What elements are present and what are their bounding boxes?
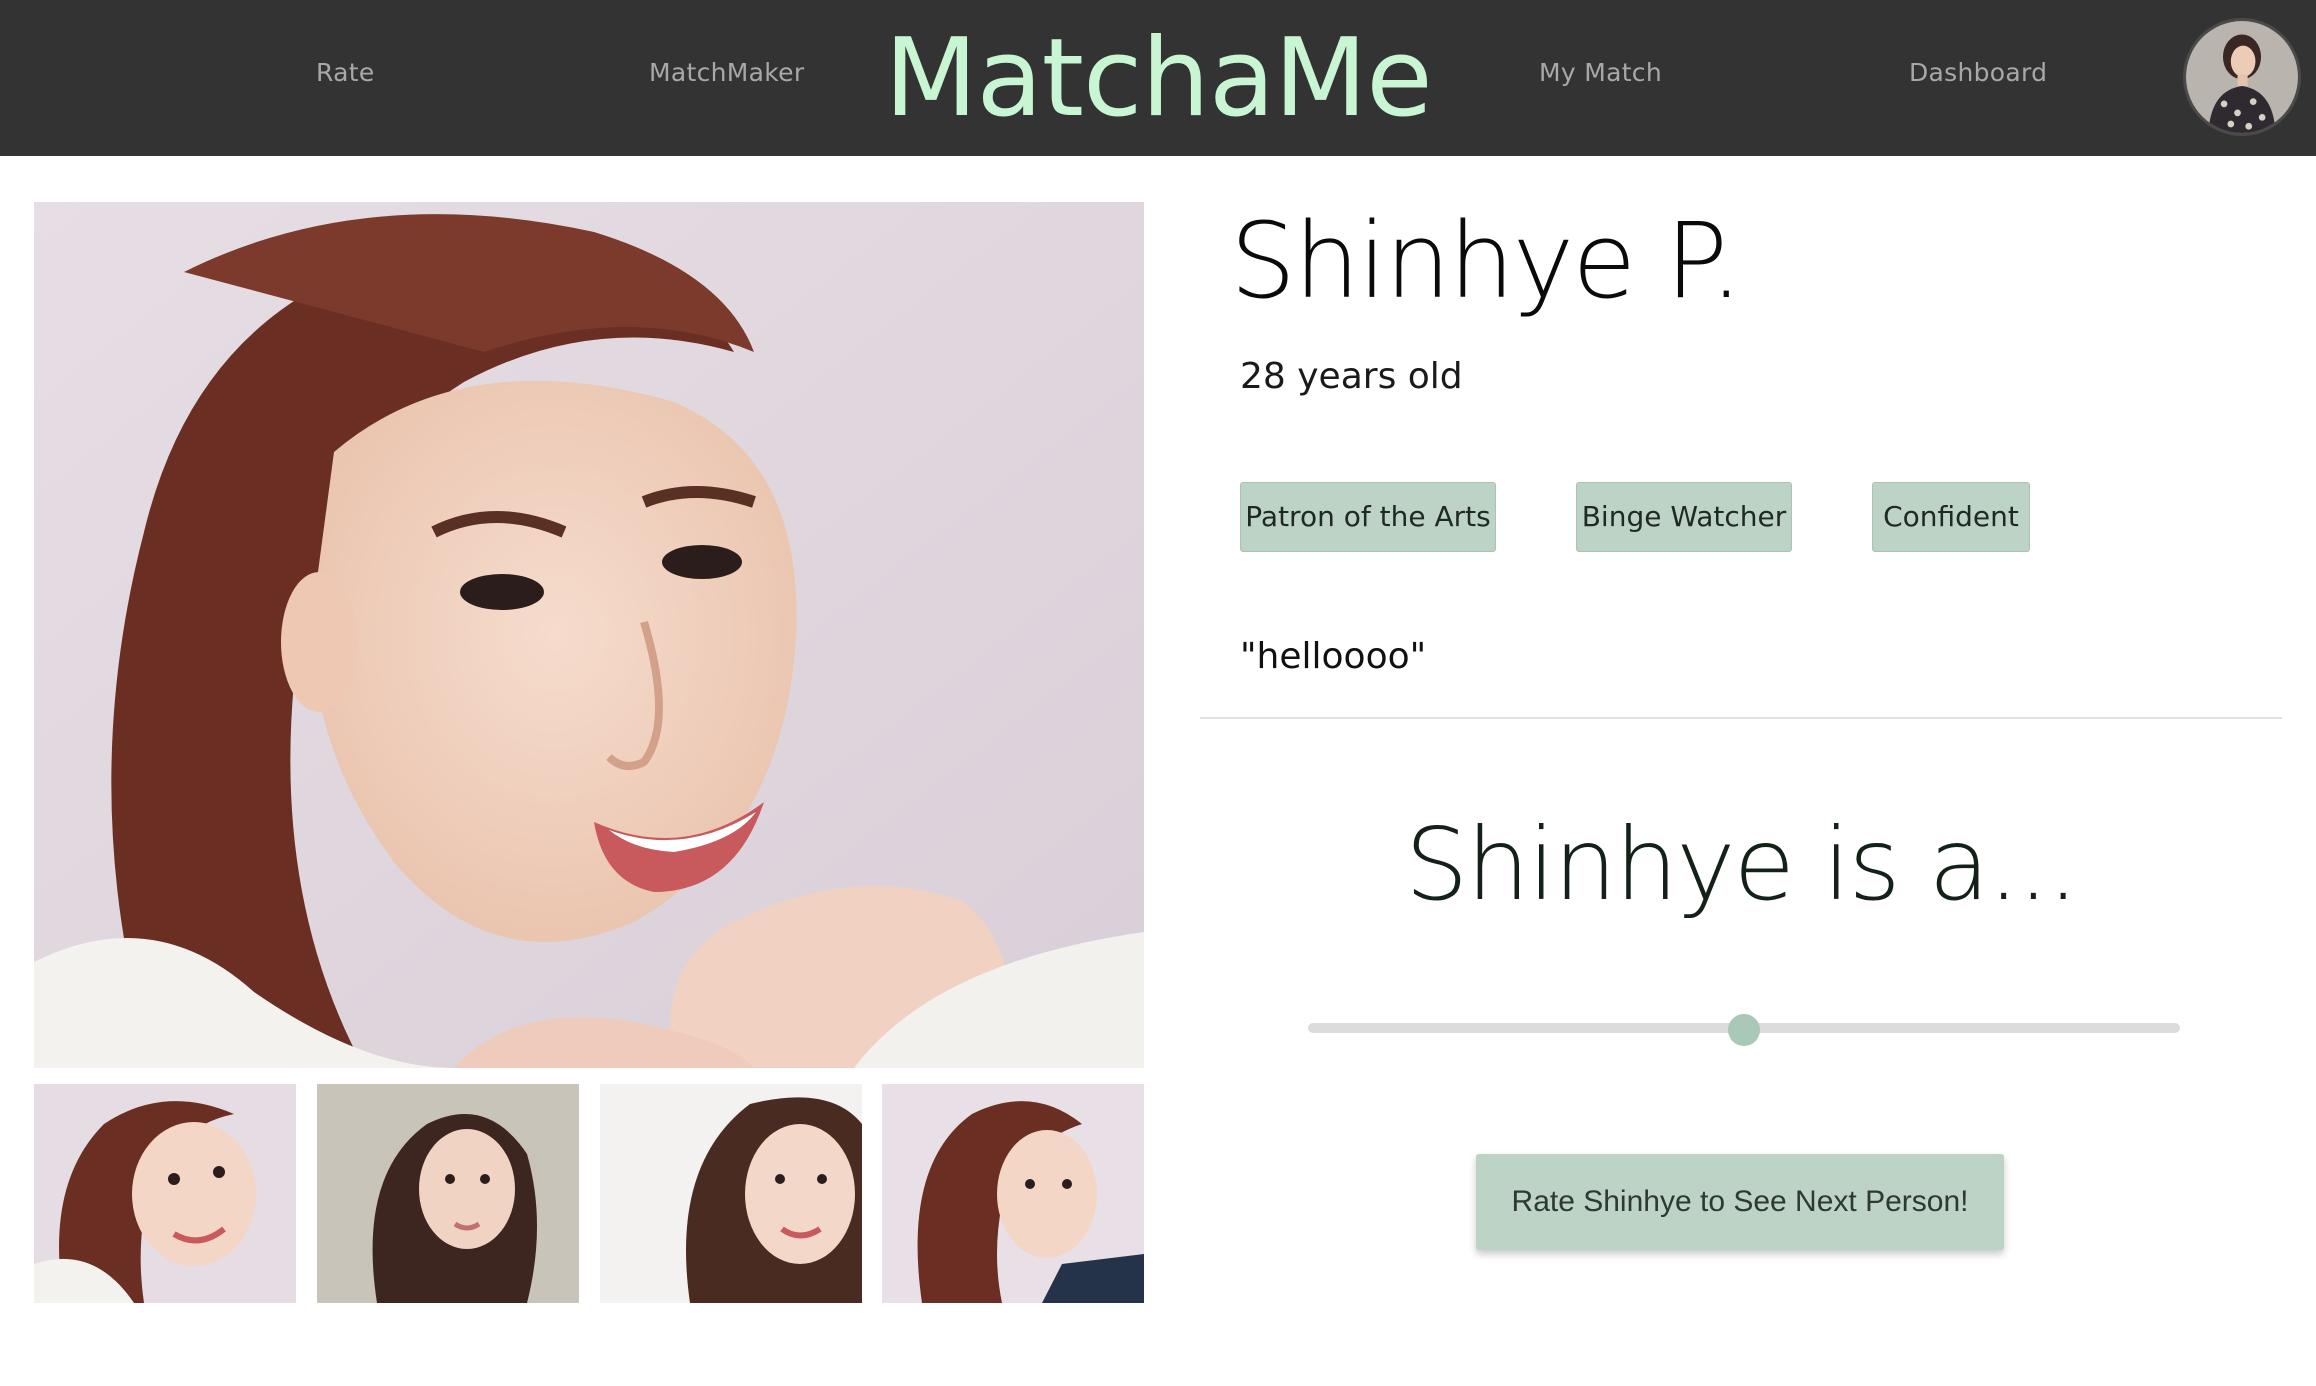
nav-dashboard-link[interactable]: Dashboard: [1909, 58, 2047, 87]
brand-logo[interactable]: MatchaMe: [884, 16, 1432, 141]
navbar: Rate MatchMaker MatchaMe My Match Dashbo…: [0, 0, 2316, 156]
profile-quote: "helloooo": [1240, 636, 1427, 677]
rating-slider-thumb[interactable]: [1728, 1014, 1760, 1046]
profile-age: 28 years old: [1240, 356, 1463, 397]
main-profile-photo: [34, 202, 1144, 1068]
rating-slider[interactable]: [1308, 1014, 2180, 1054]
rate-next-person-button[interactable]: Rate Shinhye to See Next Person!: [1476, 1154, 2004, 1250]
thumbnail-photo-1[interactable]: [34, 1084, 296, 1303]
profile-name: Shinhye P.: [1230, 200, 1743, 322]
thumbnail-image-4: [882, 1084, 1144, 1303]
tag-patron-of-the-arts[interactable]: Patron of the Arts: [1240, 482, 1496, 552]
nav-rate-link[interactable]: Rate: [316, 58, 375, 87]
thumbnail-image-2: [317, 1084, 579, 1303]
section-divider: [1200, 717, 2282, 719]
rating-heading: Shinhye is a...: [1404, 806, 2079, 923]
tag-confident[interactable]: Confident: [1872, 482, 2030, 552]
thumbnail-image-3: [600, 1084, 862, 1303]
main-photo-image: [34, 202, 1144, 1068]
nav-my-match-link[interactable]: My Match: [1539, 58, 1662, 87]
thumbnail-photo-4[interactable]: [882, 1084, 1144, 1303]
user-avatar[interactable]: [2183, 18, 2301, 136]
thumbnail-photo-3[interactable]: [600, 1084, 862, 1303]
thumbnail-photo-2[interactable]: [317, 1084, 579, 1303]
thumbnail-image-1: [34, 1084, 296, 1303]
user-avatar-icon: [2186, 21, 2298, 133]
tag-binge-watcher[interactable]: Binge Watcher: [1576, 482, 1792, 552]
nav-matchmaker-link[interactable]: MatchMaker: [649, 58, 804, 87]
